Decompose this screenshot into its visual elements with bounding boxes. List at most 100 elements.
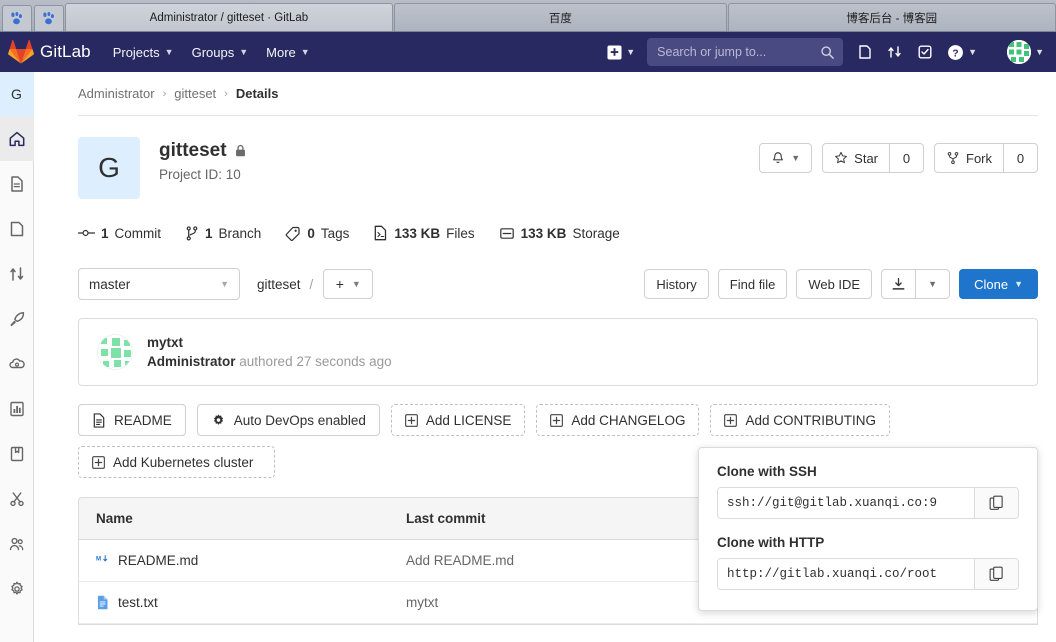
stat-storage[interactable]: 133 KB Storage — [499, 226, 620, 241]
add-changelog-button[interactable]: Add CHANGELOG — [536, 404, 700, 436]
repo-path-project[interactable]: gitteset — [257, 277, 301, 292]
favorites-tab-2[interactable] — [33, 5, 64, 31]
sidebar-item-project-overview[interactable] — [0, 116, 34, 161]
find-file-button[interactable]: Find file — [717, 269, 788, 299]
help-icon: ? — [948, 44, 964, 60]
add-contributing-button[interactable]: Add CONTRIBUTING — [710, 404, 890, 436]
todos-button[interactable] — [917, 44, 933, 60]
merge-requests-icon — [9, 266, 23, 281]
gitlab-logo-icon[interactable] — [8, 39, 34, 65]
download-dropdown-toggle[interactable]: ▼ — [916, 269, 951, 299]
svg-text:?: ? — [953, 48, 959, 59]
chevron-down-icon: ▼ — [968, 47, 978, 57]
search-icon[interactable] — [820, 45, 835, 60]
add-to-tree-label: + — [335, 276, 344, 292]
nav-projects[interactable]: Projects ▼ — [113, 45, 174, 60]
fork-button[interactable]: Fork — [934, 143, 1004, 173]
user-menu[interactable]: ▼ — [991, 40, 1044, 64]
nav-groups[interactable]: Groups ▼ — [192, 45, 249, 60]
fork-count-value: 0 — [1016, 150, 1025, 166]
browser-tab-baidu[interactable]: 百度 — [394, 3, 727, 31]
sidebar-item-wiki[interactable] — [0, 431, 34, 476]
markdown-icon: M — [96, 555, 108, 563]
nav-more[interactable]: More ▼ — [266, 45, 310, 60]
last-commit-action: authored — [239, 354, 293, 369]
sidebar-avatar-letter: G — [11, 86, 22, 102]
project-avatar-letter: G — [98, 152, 120, 183]
add-to-tree-button[interactable]: + ▼ — [323, 269, 374, 299]
sidebar-item-merge-requests[interactable] — [0, 251, 34, 296]
project-sidebar: G — [0, 72, 34, 642]
auto-devops-button[interactable]: Auto DevOps enabled — [196, 404, 380, 436]
browser-tab-title: 百度 — [548, 12, 572, 25]
help-button[interactable]: ? ▼ — [947, 44, 977, 61]
branch-selector[interactable]: master ▼ — [78, 268, 240, 300]
sidebar-item-ci-cd[interactable] — [0, 296, 34, 341]
clone-http-input[interactable] — [718, 559, 974, 589]
copy-http-url-button[interactable] — [974, 559, 1018, 589]
project-stats: 1 Commit 1 Branch 0 Tags 133 KB Files 13… — [78, 225, 1038, 241]
repo-path-separator: / — [309, 276, 314, 292]
download-button[interactable] — [881, 269, 917, 299]
notifications-button[interactable]: ▼ — [759, 143, 813, 173]
sidebar-item-analytics[interactable] — [0, 386, 34, 431]
web-ide-button[interactable]: Web IDE — [796, 269, 873, 299]
breadcrumb-project[interactable]: gitteset — [174, 86, 216, 101]
plus-square-icon — [724, 413, 738, 427]
last-commit-author[interactable]: Administrator — [147, 354, 236, 369]
sidebar-item-settings[interactable] — [0, 566, 34, 611]
issues-button[interactable] — [857, 44, 873, 60]
todos-icon — [918, 45, 932, 59]
readme-button[interactable]: README — [78, 404, 186, 436]
copy-ssh-url-button[interactable] — [974, 488, 1018, 518]
favorites-tab-1[interactable] — [2, 5, 32, 31]
project-info: gitteset Project ID: 10 — [159, 137, 247, 182]
plus-icon — [607, 44, 622, 60]
star-button[interactable]: Star — [822, 143, 890, 173]
sidebar-item-members[interactable] — [0, 521, 34, 566]
identicon-avatar — [98, 335, 132, 369]
stat-commits[interactable]: 1 Commit — [78, 226, 161, 241]
gear-icon — [10, 581, 23, 595]
last-commit-title[interactable]: mytxt — [147, 335, 392, 350]
merge-requests-button[interactable] — [887, 44, 903, 60]
identicon-avatar — [1007, 40, 1032, 64]
history-button[interactable]: History — [644, 269, 709, 299]
stat-branches[interactable]: 1 Branch — [185, 226, 261, 241]
stat-tags[interactable]: 0 Tags — [285, 226, 349, 241]
add-kubernetes-cluster-button[interactable]: Add Kubernetes cluster — [78, 446, 275, 478]
breadcrumb-root[interactable]: Administrator — [78, 86, 155, 101]
project-id: Project ID: 10 — [159, 167, 241, 182]
search-input[interactable] — [657, 45, 821, 59]
star-button-group: Star 0 — [822, 143, 924, 173]
stat-files[interactable]: 133 KB Files — [373, 225, 475, 241]
new-item-button[interactable]: ▼ — [607, 44, 635, 60]
people-icon — [9, 537, 23, 550]
fork-count[interactable]: 0 — [1004, 143, 1038, 173]
file-name[interactable]: README.md — [118, 553, 198, 568]
sidebar-item-repository[interactable] — [0, 161, 34, 206]
sidebar-item-operations[interactable] — [0, 341, 34, 386]
lock-icon — [235, 144, 245, 157]
clone-ssh-field[interactable] — [717, 487, 1019, 519]
file-name[interactable]: test.txt — [118, 595, 158, 610]
clone-ssh-input[interactable] — [718, 488, 974, 518]
breadcrumb-current: Details — [235, 86, 279, 101]
clone-http-field[interactable] — [717, 558, 1019, 590]
chevron-down-icon: ▼ — [300, 47, 310, 57]
search-box[interactable] — [647, 38, 844, 66]
browser-tab-gitlab[interactable]: Administrator / gitteset · GitLab — [64, 3, 394, 31]
file-name-cell: M README.md — [96, 553, 406, 568]
chevron-down-icon: ▼ — [351, 279, 361, 289]
clone-button[interactable]: Clone ▼ — [959, 269, 1038, 299]
add-license-button[interactable]: Add LICENSE — [390, 404, 526, 436]
sidebar-project-avatar[interactable]: G — [0, 72, 34, 116]
browser-tab-cnblogs[interactable]: 博客后台 - 博客园 — [727, 3, 1056, 31]
project-name: gitteset — [159, 140, 227, 161]
copy-icon — [989, 566, 1003, 581]
star-count[interactable]: 0 — [890, 143, 924, 173]
gitlab-brand-text: GitLab — [40, 42, 91, 61]
sidebar-item-issues[interactable] — [0, 206, 34, 251]
sidebar-item-snippets[interactable] — [0, 476, 34, 521]
branch-icon — [186, 225, 198, 240]
